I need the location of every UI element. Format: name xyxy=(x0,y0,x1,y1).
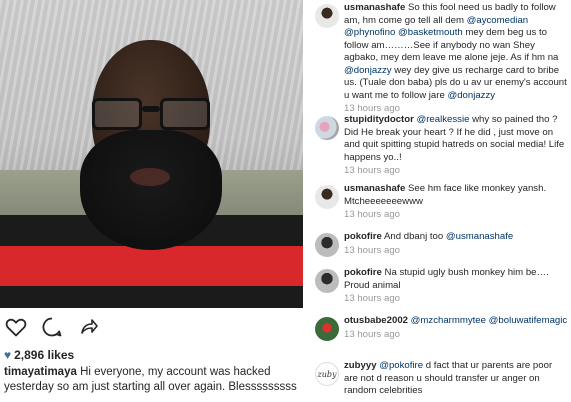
comment-username[interactable]: usmanashafe xyxy=(344,2,405,13)
mention-link[interactable]: @donjazzy xyxy=(447,90,495,101)
comment-body: zubyyy @pokofire d fact that ur parents … xyxy=(344,360,568,398)
caption-username[interactable]: timayatimaya xyxy=(4,366,77,378)
avatar[interactable]: zuby xyxy=(315,362,339,386)
comment-username[interactable]: pokofire xyxy=(344,231,382,242)
comment-text: And dbanj too xyxy=(381,231,446,242)
mention-link[interactable]: @phynofino xyxy=(344,27,395,38)
post-actions xyxy=(4,314,100,340)
comment-timestamp: 13 hours ago xyxy=(344,209,401,220)
mention-link[interactable]: @realkessie xyxy=(417,114,470,125)
comment-body: usmanashafe So this fool need us badly t… xyxy=(344,2,568,116)
post-caption: timayatimaya Hi everyone, my account was… xyxy=(4,365,302,395)
comment-timestamp: 13 hours ago xyxy=(344,165,401,176)
comment-username[interactable]: usmanashafe xyxy=(344,183,405,194)
mention-link[interactable]: @basketmouth xyxy=(398,27,463,38)
comment-username[interactable]: zubyyy xyxy=(344,360,377,371)
comment-username[interactable]: stupiditydoctor xyxy=(344,114,414,125)
mention-link[interactable]: @boluwatifemagic xyxy=(489,315,568,326)
share-arrow-icon[interactable] xyxy=(76,315,100,339)
comments-list: usmanashafe So this fool need us badly t… xyxy=(311,0,571,402)
comment-body: stupiditydoctor @realkessie why so paine… xyxy=(344,114,568,178)
comment-timestamp: 13 hours ago xyxy=(344,328,401,340)
comment-username[interactable]: otusbabe2002 xyxy=(344,315,408,326)
avatar[interactable] xyxy=(315,116,339,140)
avatar[interactable] xyxy=(315,269,339,293)
mention-link[interactable]: @donjazzy xyxy=(344,65,392,76)
mention-link[interactable]: @pokofire xyxy=(379,360,423,371)
comment-timestamp: 13 hours ago xyxy=(344,244,401,256)
like-heart-icon: ♥ xyxy=(4,348,12,362)
heart-outline-icon[interactable] xyxy=(4,315,28,339)
avatar[interactable] xyxy=(315,4,339,28)
avatar[interactable] xyxy=(315,233,339,257)
avatar[interactable] xyxy=(315,185,339,209)
comment-body: usmanashafe See hm face like monkey yans… xyxy=(344,183,568,222)
mention-link[interactable]: @aycomedian xyxy=(467,15,528,26)
likes-count[interactable]: ♥ 2,896 likes xyxy=(4,348,74,362)
post-photo[interactable] xyxy=(0,0,303,308)
photo-shirt-stripe xyxy=(0,246,303,286)
mention-link[interactable]: @usmanashafe xyxy=(446,231,513,242)
comment-body: pokofire Na stupid ugly bush monkey him … xyxy=(344,267,568,306)
likes-count-text: 2,896 likes xyxy=(14,348,75,362)
avatar[interactable] xyxy=(315,317,339,341)
photo-beard xyxy=(80,130,222,250)
comment-body: otusbabe2002 @mzcharmmytee @boluwatifema… xyxy=(344,315,568,341)
comment-body: pokofire And dbanj too @usmanashafe 13 ho… xyxy=(344,231,568,257)
comment-timestamp: 13 hours ago xyxy=(344,293,401,304)
photo-glasses xyxy=(90,98,212,132)
photo-mouth xyxy=(130,168,170,186)
comment-bubble-icon[interactable] xyxy=(40,315,64,339)
comment-username[interactable]: pokofire xyxy=(344,267,382,278)
mention-link[interactable]: @mzcharmmytee xyxy=(411,315,486,326)
